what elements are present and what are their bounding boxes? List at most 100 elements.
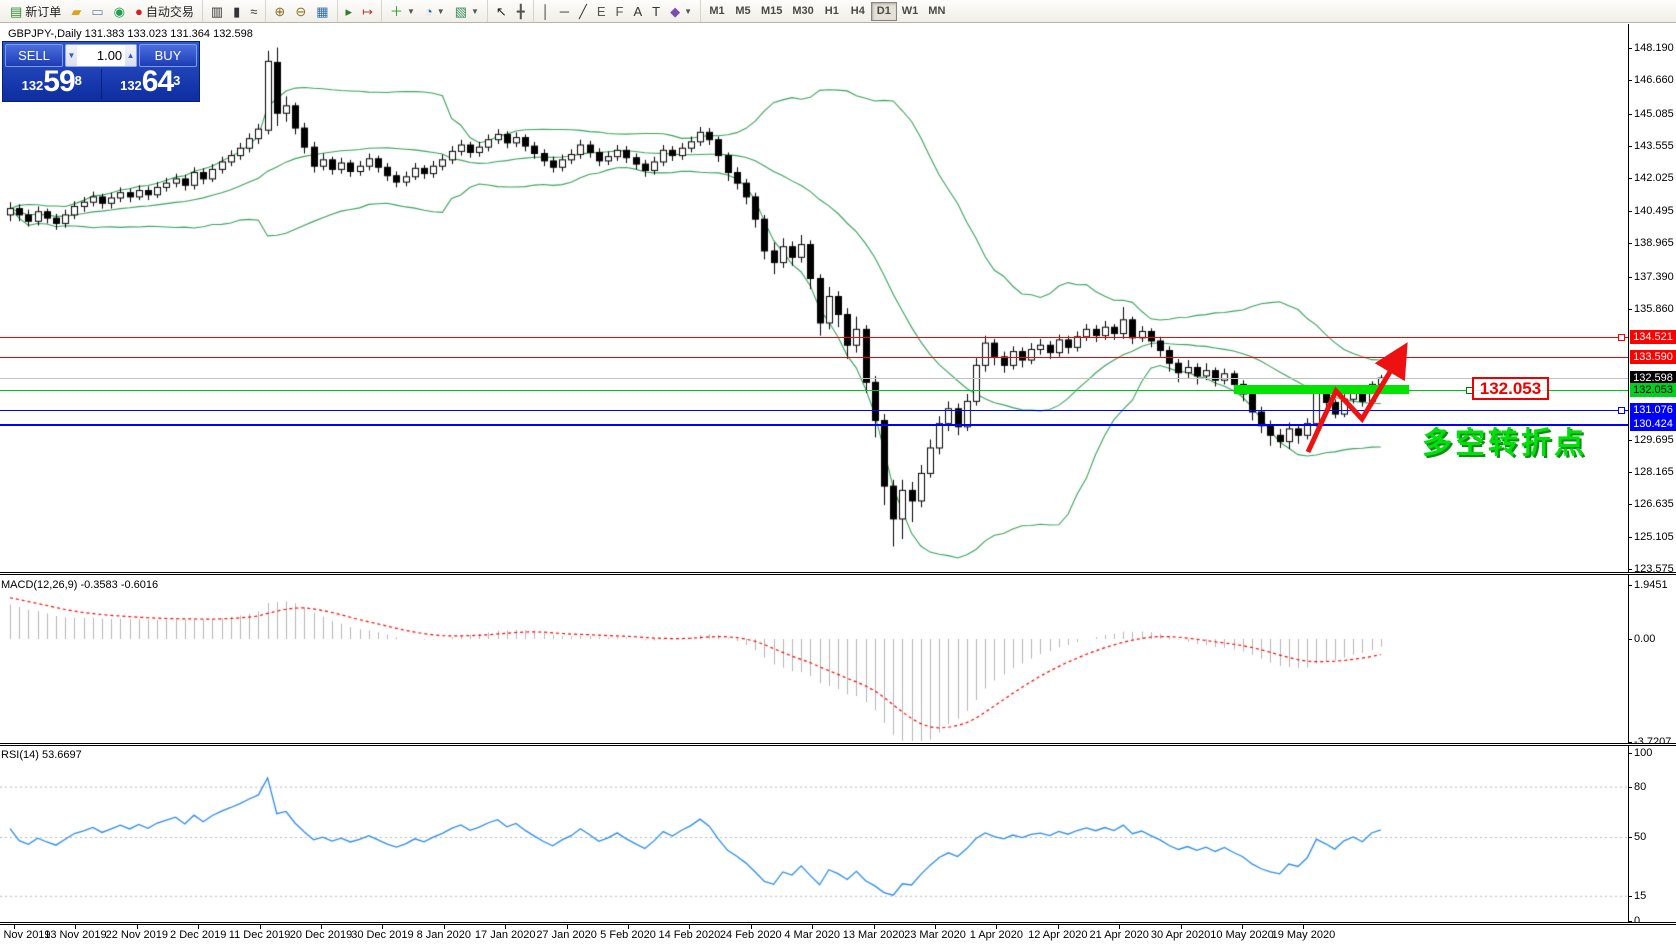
label-button[interactable]: T [647, 1, 665, 21]
mail-button[interactable]: ▭ [86, 1, 108, 21]
auto-trading-button[interactable]: ● 自动交易 [130, 1, 199, 21]
macd-chart-canvas[interactable] [0, 576, 1628, 744]
dropdown-arrow-icon: ▼ [436, 6, 445, 16]
sell-price[interactable]: 132 59 8 [3, 66, 101, 99]
cursor-button[interactable]: ↖ [491, 1, 512, 21]
rsi-chart-canvas[interactable] [0, 746, 1628, 923]
tile-windows-button[interactable]: ▦ [311, 1, 333, 21]
turning-point-text-annotation[interactable]: 多空转折点 [1422, 418, 1587, 462]
volume-up-button[interactable]: ▲ [125, 45, 136, 66]
macd-label: MACD(12,26,9) -0.3583 -0.6016 [1, 579, 159, 591]
timeframe-m5[interactable]: M5 [730, 2, 756, 21]
auto-trading-button-label: 自动交易 [145, 4, 194, 19]
community-icon: ◉ [113, 3, 125, 19]
axis-tick-label: 145.085 [1634, 107, 1674, 120]
channel-icon: E [596, 3, 606, 19]
channel-button[interactable]: E [592, 1, 611, 21]
axis-tick-mark [1628, 895, 1632, 897]
fibonacci-button[interactable]: F [610, 1, 628, 21]
price-tag-131.076: 131.076 [1630, 403, 1676, 418]
axis-tick-label: 125.105 [1634, 530, 1674, 543]
rsi-panel[interactable]: RSI(14) 53.6697 [0, 746, 1676, 923]
axis-tick-label: 0.00 [1634, 633, 1656, 645]
zoom-out-button[interactable]: ⊖ [290, 1, 311, 21]
candlestick-chart-canvas[interactable] [0, 24, 1628, 572]
toolbar: ▤ 新订单 ▰ ▭ ◉ ● 自动交易 ▥ ▮ ≈ ⊕ ⊖ ▦ ▸ ↦ ＋ ▼ ◔ ▼ ▧ ▼ ↖ ╋ │ ─ ╱ E F A T ◆ ▼ M1 M… [0, 0, 1676, 23]
panel-separator[interactable] [0, 572, 1676, 575]
sell-button[interactable]: SELL [5, 44, 63, 67]
mail-icon: ▭ [91, 3, 104, 19]
toolbar-group: ▸ ↦ [336, 0, 381, 22]
axis-tick-label: 15 [1634, 889, 1647, 902]
timeframe-d1[interactable]: D1 [870, 1, 897, 21]
auto-scroll-button[interactable]: ▸ [341, 1, 358, 21]
price-level-box-annotation[interactable]: 132.053 [1472, 377, 1549, 400]
price-tag-132.053: 132.053 [1630, 382, 1676, 397]
line-anchor-handle[interactable] [1618, 407, 1625, 415]
indicators-button[interactable]: ＋ ▼ [385, 1, 420, 21]
main-chart-panel[interactable]: GBPJPY-,Daily 131.383 133.023 131.364 13… [0, 24, 1676, 572]
axis-tick-label: 142.025 [1634, 172, 1674, 185]
dropdown-arrow-icon: ▼ [470, 6, 479, 16]
axis-tick-label: 1.9451 [1634, 579, 1668, 592]
panel-separator[interactable] [0, 743, 1676, 746]
bar-chart-button[interactable]: ▥ [206, 1, 228, 21]
date-label: 12 Apr 2020 [1028, 929, 1088, 941]
axis-tick-mark [1628, 639, 1632, 640]
axis-tick-mark [1628, 243, 1632, 245]
trendline-button[interactable]: ╱ [574, 1, 592, 21]
axis-tick-mark [1628, 837, 1632, 838]
periods-button[interactable]: ◔ ▼ [420, 1, 450, 21]
templates-button[interactable]: ▧ ▼ [450, 1, 484, 21]
date-label: 5 Feb 2020 [600, 929, 656, 941]
text-button[interactable]: A [628, 1, 647, 21]
candlestick-chart-button[interactable]: ▮ [228, 1, 245, 21]
timeframe-h4[interactable]: H4 [845, 2, 871, 21]
date-label: 21 Apr 2020 [1089, 929, 1149, 941]
date-label: 13 Nov 2019 [44, 929, 107, 941]
dropdown-arrow-icon: ▼ [684, 6, 692, 16]
shapes-button[interactable]: ◆ ▼ [665, 1, 697, 21]
macd-panel[interactable]: MACD(12,26,9) -0.3583 -0.6016 [0, 576, 1676, 744]
timeframe-m1[interactable]: M1 [704, 2, 730, 21]
buy-price[interactable]: 132 64 3 [102, 66, 200, 99]
line-chart-button[interactable]: ≈ [245, 1, 262, 21]
community-button[interactable]: ◉ [109, 1, 130, 21]
chart-shift-button[interactable]: ↦ [357, 1, 378, 21]
vertical-line-button[interactable]: │ [537, 1, 555, 21]
volume-input[interactable] [76, 45, 126, 66]
timeframe-m15[interactable]: M15 [756, 2, 787, 21]
toolbar-group: ↖ ╋ [486, 0, 533, 22]
date-label: 30 Apr 2020 [1150, 929, 1211, 941]
date-label: 4 Mar 2020 [784, 929, 841, 941]
axis-tick-label: 143.555 [1634, 139, 1674, 152]
date-label: 8 Jan 2020 [416, 929, 472, 941]
crosshair-icon: ╋ [516, 3, 525, 19]
horizontal-line-button[interactable]: ─ [555, 1, 574, 21]
volume-control: ▼ ▲ [65, 44, 137, 67]
new-order-icon: ▤ [10, 3, 23, 19]
trend-arrow[interactable] [1290, 335, 1420, 465]
trendline-icon: ╱ [578, 3, 587, 19]
axis-tick-mark [1628, 145, 1632, 147]
zoom-in-button[interactable]: ⊕ [269, 1, 290, 21]
date-label: 13 Mar 2020 [842, 929, 905, 941]
line-anchor-handle[interactable] [1618, 334, 1625, 342]
crosshair-button[interactable]: ╋ [512, 1, 530, 21]
timeframe-h1[interactable]: H1 [819, 2, 845, 21]
label-icon: T [652, 3, 661, 19]
axis-tick-mark [1628, 536, 1632, 538]
styler-button[interactable]: ▰ [66, 1, 86, 21]
timeframe-mn[interactable]: MN [923, 2, 950, 21]
axis-tick-label: 129.695 [1634, 433, 1674, 446]
axis-tick-mark [1628, 439, 1632, 441]
new-order-button[interactable]: ▤ 新订单 [5, 1, 66, 21]
candlestick-chart-icon: ▮ [233, 3, 241, 19]
buy-button[interactable]: BUY [139, 44, 197, 67]
volume-down-button[interactable]: ▼ [66, 45, 77, 66]
timeframe-m30[interactable]: M30 [787, 2, 818, 21]
date-axis[interactable]: Nov 2019 13 Nov 2019 22 Nov 2019 2 Dec 2019… [0, 925, 1676, 944]
date-label: 14 Feb 2020 [658, 929, 721, 941]
timeframe-w1[interactable]: W1 [897, 2, 924, 21]
zoom-in-icon: ⊕ [274, 3, 286, 19]
